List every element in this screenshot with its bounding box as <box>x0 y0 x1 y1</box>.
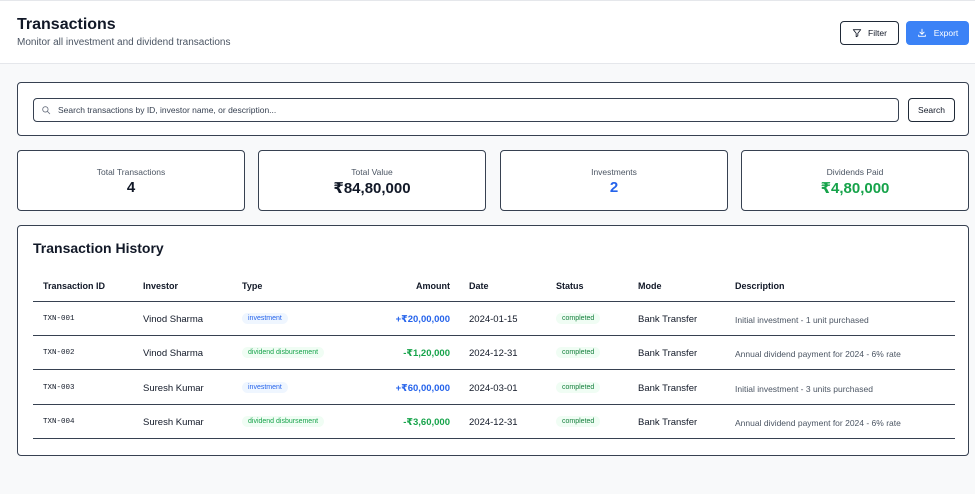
filter-button[interactable]: Filter <box>840 21 899 45</box>
status-badge: completed <box>556 416 601 427</box>
stat-value: ₹84,80,000 <box>333 180 411 197</box>
stat-card-total-value: Total Value ₹84,80,000 <box>258 150 486 211</box>
transaction-description: Initial investment - 1 unit purchased <box>735 315 869 325</box>
transaction-date: 2024-03-01 <box>469 383 518 394</box>
investor-name: Suresh Kumar <box>143 383 204 394</box>
page-title: Transactions <box>17 16 116 33</box>
investor-name: Vinod Sharma <box>143 348 204 359</box>
search-input[interactable] <box>58 105 898 115</box>
column-header-type[interactable]: Type <box>242 281 262 291</box>
export-button[interactable]: Export <box>906 21 969 45</box>
status-badge: completed <box>556 313 601 324</box>
table-row[interactable]: TXN-004 Suresh Kumar dividend disbursement… <box>33 405 955 439</box>
filter-icon <box>852 28 862 38</box>
payment-mode: Bank Transfer <box>638 348 698 359</box>
table-row[interactable]: TXN-001 Vinod Sharma investment +₹20,00,000… <box>33 302 955 336</box>
transaction-date: 2024-01-15 <box>469 314 518 325</box>
column-header-investor[interactable]: Investor <box>143 281 178 291</box>
column-header-date[interactable]: Date <box>469 281 489 291</box>
transaction-id: TXN-003 <box>43 384 75 392</box>
amount: +₹20,00,000 <box>395 314 450 325</box>
transaction-id: TXN-004 <box>43 418 75 426</box>
transaction-description: Annual dividend payment for 2024 - 6% ra… <box>735 418 901 428</box>
search-button[interactable]: Search <box>908 98 955 122</box>
transaction-date: 2024-12-31 <box>469 417 518 428</box>
table-row[interactable]: TXN-003 Suresh Kumar investment +₹60,00,000… <box>33 371 955 405</box>
transaction-description: Annual dividend payment for 2024 - 6% ra… <box>735 349 901 359</box>
column-header-amount[interactable]: Amount <box>370 281 450 291</box>
type-badge: dividend disbursement <box>242 347 325 358</box>
stat-label: Investments <box>591 167 637 177</box>
search-icon <box>41 105 51 115</box>
status-badge: completed <box>556 347 601 358</box>
payment-mode: Bank Transfer <box>638 314 698 325</box>
status-badge: completed <box>556 382 601 393</box>
column-header-status[interactable]: Status <box>556 281 584 291</box>
transaction-description: Initial investment - 3 units purchased <box>735 384 873 394</box>
column-header-description[interactable]: Description <box>735 281 785 291</box>
amount: -₹3,60,000 <box>403 417 450 428</box>
amount: -₹1,20,000 <box>403 348 450 359</box>
stat-card-dividends-paid: Dividends Paid ₹4,80,000 <box>741 150 969 211</box>
stat-label: Total Transactions <box>96 167 166 177</box>
stat-value: 2 <box>609 179 619 196</box>
download-icon <box>917 28 927 38</box>
type-badge: investment <box>242 313 288 324</box>
type-badge: dividend disbursement <box>242 416 325 427</box>
payment-mode: Bank Transfer <box>638 383 698 394</box>
stat-label: Dividends Paid <box>826 167 884 177</box>
search-box[interactable] <box>33 98 899 122</box>
stat-value: 4 <box>126 179 136 196</box>
stat-label: Total Value <box>351 167 393 177</box>
amount: +₹60,00,000 <box>395 383 450 394</box>
stat-card-total-transactions: Total Transactions 4 <box>17 150 245 211</box>
investor-name: Vinod Sharma <box>143 314 204 325</box>
stat-value: ₹4,80,000 <box>820 180 890 197</box>
stat-card-investments: Investments 2 <box>500 150 728 211</box>
payment-mode: Bank Transfer <box>638 417 698 428</box>
column-header-mode[interactable]: Mode <box>638 281 662 291</box>
column-header-transaction-id[interactable]: Transaction ID <box>43 281 105 291</box>
export-button-label: Export <box>933 28 959 38</box>
page-subtitle: Monitor all investment and dividend tran… <box>17 37 231 48</box>
investor-name: Suresh Kumar <box>143 417 204 428</box>
transaction-date: 2024-12-31 <box>469 348 518 359</box>
transaction-history-card: Transaction History Transaction ID Inves… <box>17 225 969 456</box>
section-title: Transaction History <box>33 240 164 256</box>
transaction-id: TXN-002 <box>43 349 75 357</box>
filter-button-label: Filter <box>868 28 887 38</box>
page-header: Transactions Monitor all investment and … <box>0 0 975 64</box>
type-badge: investment <box>242 382 288 393</box>
table-header: Transaction ID Investor Type Amount Date… <box>33 276 955 302</box>
search-card: Search <box>17 82 969 136</box>
table-row[interactable]: TXN-002 Vinod Sharma dividend disbursement… <box>33 336 955 370</box>
transaction-id: TXN-001 <box>43 315 75 323</box>
